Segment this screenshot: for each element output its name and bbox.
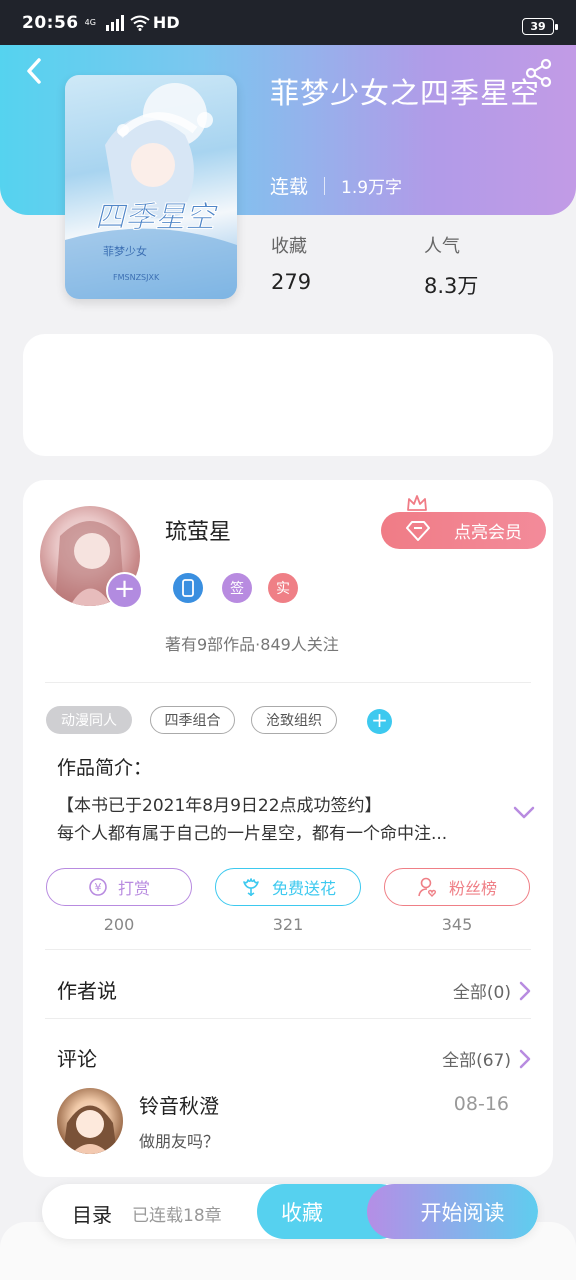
divider bbox=[45, 1018, 531, 1019]
divider bbox=[45, 949, 531, 950]
fan-ranking-button[interactable]: 粉丝榜 bbox=[384, 868, 530, 906]
start-reading-button[interactable]: 开始阅读 bbox=[367, 1184, 538, 1239]
tip-label: 打赏 bbox=[117, 879, 150, 898]
book-cover[interactable]: 四季星空 菲梦少女 FMSNZSJXK bbox=[65, 75, 237, 299]
hd-indicator: HD bbox=[152, 13, 180, 32]
svg-text:¥: ¥ bbox=[94, 881, 101, 894]
ad-banner-card bbox=[23, 334, 553, 456]
popularity-stat: 人气 8.3万 bbox=[424, 232, 478, 300]
divider bbox=[45, 682, 531, 683]
book-meta: 连载 1.9万字 bbox=[270, 172, 402, 199]
comments-all-label: 全部(67) bbox=[442, 1051, 511, 1071]
chapter-count[interactable]: 已连载18章 bbox=[132, 1201, 222, 1226]
signal-icon bbox=[105, 14, 124, 31]
commenter-illustration bbox=[63, 1105, 117, 1154]
battery-icon: 39 bbox=[522, 18, 558, 35]
status-bar: 20:56 4G HD 39 bbox=[0, 0, 576, 45]
popularity-value: 8.3万 bbox=[424, 274, 479, 298]
vip-button[interactable]: 点亮会员 bbox=[381, 495, 546, 549]
comments-all-link[interactable]: 全部(67) bbox=[442, 1046, 531, 1071]
wifi-icon bbox=[130, 15, 150, 31]
author-card: + 琉萤星 点亮会员 签 实 著有9部作品·849人关注 动漫同人 四季组合 沧… bbox=[23, 480, 553, 1177]
start-reading-label: 开始阅读 bbox=[420, 1200, 505, 1225]
commenter-name[interactable]: 铃音秋澄 bbox=[139, 1090, 219, 1119]
favorites-value: 279 bbox=[271, 270, 312, 294]
intro-title: 作品简介： bbox=[57, 757, 153, 779]
popularity-label: 人气 bbox=[424, 236, 460, 257]
tag-item[interactable]: 四季组合 bbox=[150, 706, 235, 734]
author-says-all-label: 全部(0) bbox=[452, 983, 511, 1003]
intro-text[interactable]: 【本书已于2021年8月9日22点成功签约】 每个人都有属于自己的一片星空，都有… bbox=[57, 792, 497, 848]
cover-title-text: 四季星空 bbox=[95, 200, 219, 235]
fan-ranking-label: 粉丝榜 bbox=[448, 879, 497, 898]
bottom-action-bar: 目录 已连载18章 收藏 开始阅读 bbox=[42, 1184, 538, 1239]
intro-line-1: 【本书已于2021年8月9日22点成功签约】 bbox=[57, 796, 382, 816]
yen-coin-icon: ¥ bbox=[89, 878, 107, 896]
tag-item[interactable]: 沧致组织 bbox=[251, 706, 337, 734]
vip-label: 点亮会员 bbox=[454, 523, 522, 543]
network-type: 4G bbox=[84, 17, 96, 27]
cover-pinyin-text: FMSNZSJXK bbox=[113, 273, 160, 282]
send-flower-label: 免费送花 bbox=[271, 879, 336, 898]
follow-plus-button[interactable]: + bbox=[106, 572, 143, 609]
flower-icon bbox=[243, 878, 259, 896]
author-says-all-link[interactable]: 全部(0) bbox=[453, 978, 531, 1003]
add-tag-button[interactable]: + bbox=[367, 709, 392, 734]
comments-title: 评论 bbox=[57, 1047, 97, 1071]
cover-illustration: 四季星空 菲梦少女 FMSNZSJXK bbox=[65, 83, 237, 299]
verified-badge: 实 bbox=[268, 573, 298, 603]
fan-count: 345 bbox=[441, 915, 473, 934]
chevron-down-icon[interactable] bbox=[513, 806, 535, 820]
comment-date: 08-16 bbox=[453, 1093, 509, 1115]
status-time: 20:56 bbox=[22, 12, 79, 33]
crown-icon bbox=[407, 495, 427, 511]
tip-count: 200 bbox=[103, 915, 135, 934]
battery-level: 39 bbox=[530, 20, 546, 33]
word-count: 1.9万字 bbox=[341, 178, 403, 198]
back-icon[interactable] bbox=[20, 56, 50, 86]
phone-badge-icon bbox=[173, 573, 203, 603]
diamond-icon bbox=[406, 521, 430, 541]
user-heart-icon bbox=[418, 877, 437, 897]
favorites-stat: 收藏 279 bbox=[271, 232, 311, 294]
meta-divider bbox=[324, 176, 326, 195]
intro-line-2: 每个人都有属于自己的一片星空，都有一个命中注... bbox=[57, 824, 448, 844]
chevron-right-icon bbox=[519, 1049, 531, 1068]
tip-button[interactable]: ¥ 打赏 bbox=[46, 868, 192, 906]
send-flower-button[interactable]: 免费送花 bbox=[215, 868, 361, 906]
author-summary: 著有9部作品·849人关注 bbox=[165, 635, 339, 654]
table-of-contents-button[interactable]: 目录 bbox=[72, 1199, 112, 1228]
book-status: 连载 bbox=[270, 176, 309, 198]
author-name[interactable]: 琉萤星 bbox=[165, 514, 231, 546]
cover-subtitle-text: 菲梦少女 bbox=[103, 244, 147, 258]
commenter-avatar[interactable] bbox=[57, 1088, 123, 1154]
favorite-label: 收藏 bbox=[281, 1200, 323, 1225]
flower-count: 321 bbox=[272, 915, 304, 934]
book-title: 菲梦少女之四季星空 bbox=[270, 76, 541, 110]
comment-text: 做朋友吗？ bbox=[139, 1132, 220, 1151]
favorites-label: 收藏 bbox=[271, 236, 307, 257]
signed-badge: 签 bbox=[222, 573, 252, 603]
tag-item[interactable]: 动漫同人 bbox=[46, 706, 132, 734]
author-says-title: 作者说 bbox=[57, 979, 117, 1003]
chevron-right-icon bbox=[519, 981, 531, 1000]
